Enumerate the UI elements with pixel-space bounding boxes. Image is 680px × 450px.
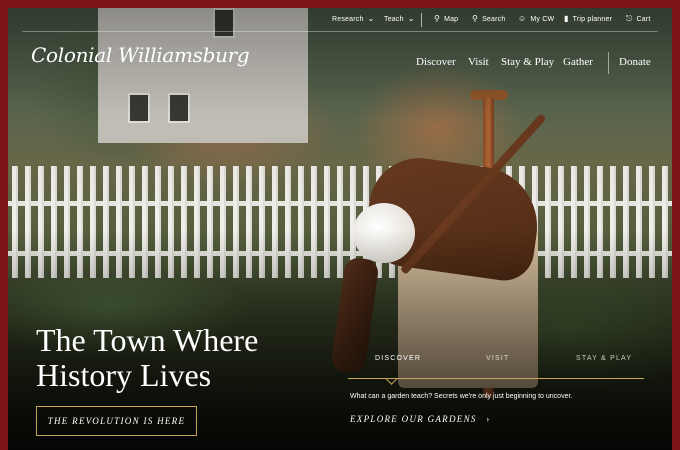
cart-link[interactable]: ⎋ Cart [626,15,651,23]
headline-line-1: The Town Where [36,322,259,358]
nav-stay-play[interactable]: Stay & Play [501,56,554,68]
nav-discover[interactable]: Discover [416,56,456,68]
chevron-down-icon: ⌄ [407,14,415,23]
logo[interactable]: Colonial Williamsburg [31,43,250,67]
cart-icon: ⎋ [626,14,633,23]
search-label: Search [482,15,506,23]
research-label: Research [332,15,364,23]
map-label: Map [444,15,459,23]
user-icon: ☺ [518,14,527,23]
revolution-cta-button[interactable]: THE REVOLUTION IS HERE [36,406,197,436]
cart-label: Cart [636,15,651,23]
explore-gardens-link[interactable]: EXPLORE OUR GARDENS › [350,414,491,424]
tab-description: What can a garden teach? Secrets we're o… [350,393,573,400]
my-cw-label: My CW [530,15,555,23]
nav-visit[interactable]: Visit [468,56,489,68]
chevron-right-icon: › [486,414,491,424]
tab-visit[interactable]: VISIT [486,355,510,362]
nav-divider [608,52,609,74]
trip-planner-link[interactable]: ▮ Trip planner [564,15,612,23]
teach-label: Teach [384,15,404,23]
teach-menu[interactable]: Teach ⌄ [384,15,415,23]
bookmark-icon: ▮ [564,14,569,23]
trip-planner-label: Trip planner [572,15,613,23]
nav-gather[interactable]: Gather [563,56,593,68]
nav-donate[interactable]: Donate [619,56,651,68]
my-cw-link[interactable]: ☺ My CW [518,15,554,23]
tab-stay-play[interactable]: STAY & PLAY [576,355,632,362]
map-pin-icon: ⚲ [434,14,441,23]
search-link[interactable]: ⚲ Search [472,15,505,23]
utility-divider [421,13,422,27]
map-link[interactable]: ⚲ Map [434,15,458,23]
tab-discover[interactable]: DISCOVER [375,355,421,362]
explore-gardens-label: EXPLORE OUR GARDENS [350,414,477,424]
research-menu[interactable]: Research ⌄ [332,15,374,23]
search-icon: ⚲ [472,14,479,23]
headline-line-2: History Lives [36,357,212,393]
chevron-down-icon: ⌄ [367,14,375,23]
header-rule [22,31,658,32]
utility-nav: Research ⌄ Teach ⌄ ⚲ Map ⚲ Search ☺ My C… [8,8,672,32]
hero-headline: The Town Where History Lives [36,323,316,393]
